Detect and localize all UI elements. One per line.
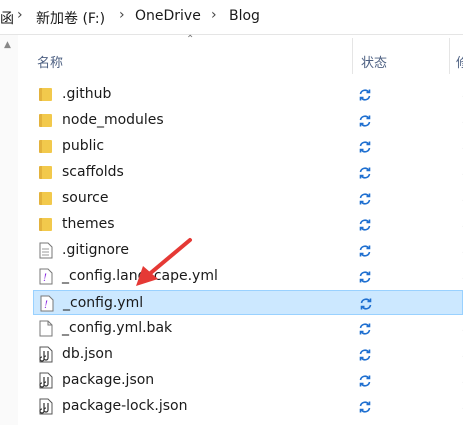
annotation-arrow	[136, 238, 192, 286]
